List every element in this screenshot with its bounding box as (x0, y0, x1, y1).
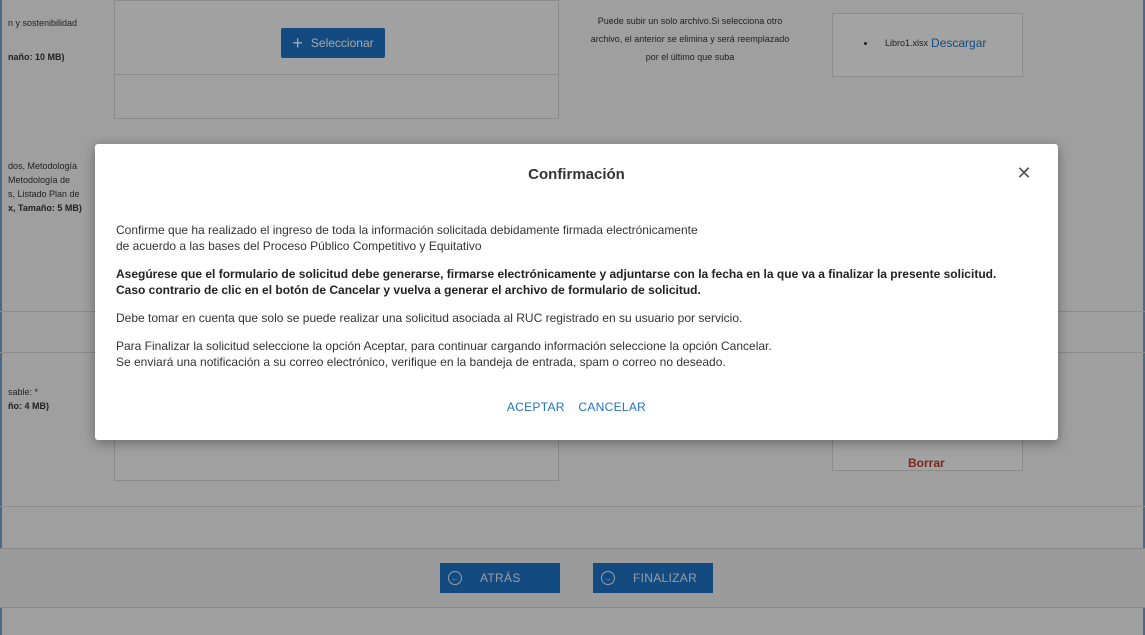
paragraph-confirm: Confirme que ha realizado el ingreso de … (116, 222, 1044, 254)
text-line: de acuerdo a las bases del Proceso Públi… (116, 239, 482, 253)
close-icon[interactable]: ✕ (1015, 164, 1033, 182)
paragraph-ruc-note: Debe tomar en cuenta que solo se puede r… (116, 311, 743, 325)
paragraph-warning: Asegúrese que el formulario de solicitud… (116, 266, 1044, 298)
cancel-button[interactable]: CANCELAR (578, 400, 646, 414)
text-line: Se enviará una notificación a su correo … (116, 355, 726, 369)
text-line: Asegúrese que el formulario de solicitud… (116, 267, 997, 281)
text-line: Confirme que ha realizado el ingreso de … (116, 223, 698, 237)
confirmation-dialog: Confirmación ✕ Confirme que ha realizado… (95, 144, 1058, 440)
accept-button[interactable]: ACEPTAR (507, 400, 565, 414)
text-line: Para Finalizar la solicitud seleccione l… (116, 339, 772, 353)
paragraph-instructions: Para Finalizar la solicitud seleccione l… (116, 338, 1044, 370)
text-line: Caso contrario de clic en el botón de Ca… (116, 283, 701, 297)
dialog-actions: ACEPTAR CANCELAR (95, 400, 1058, 414)
dialog-title: Confirmación (528, 166, 625, 183)
dialog-body: Confirme que ha realizado el ingreso de … (116, 222, 1044, 382)
